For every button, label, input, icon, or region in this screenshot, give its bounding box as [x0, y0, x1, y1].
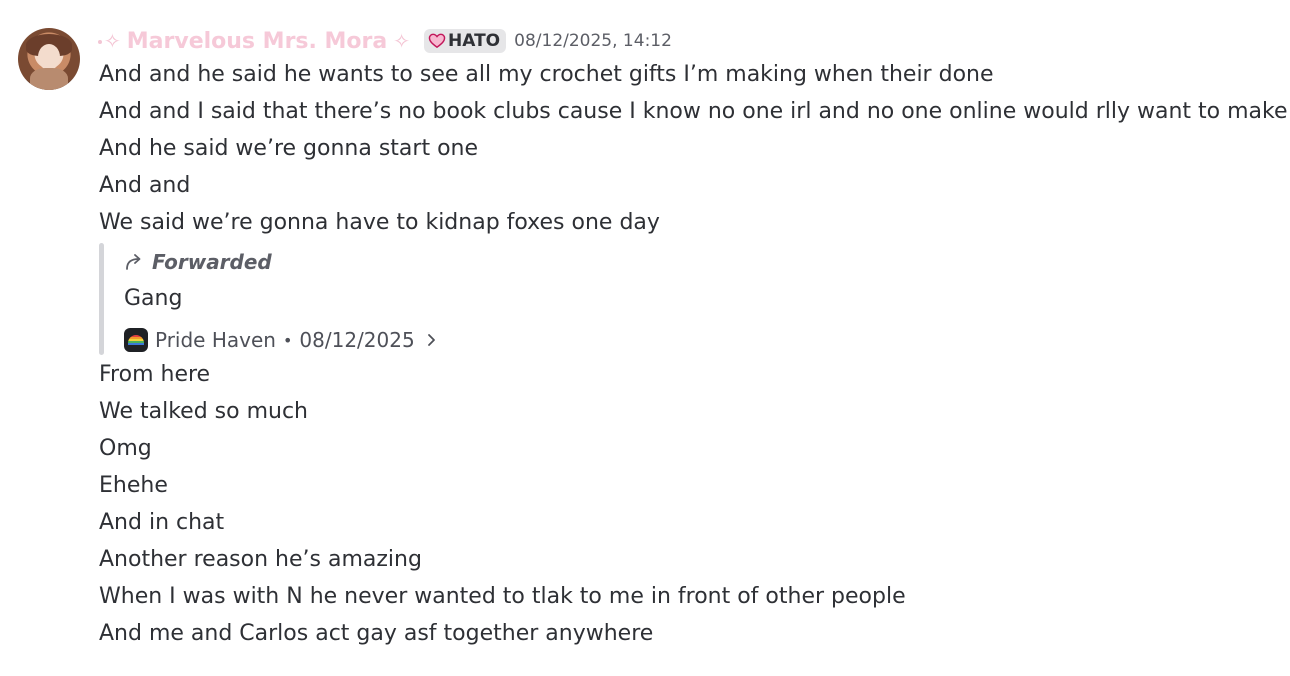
- message-line: We talked so much: [99, 399, 308, 424]
- forwarded-header: Forwarded: [124, 248, 272, 276]
- forwarded-label: Forwarded: [152, 250, 272, 274]
- message-line: From here: [99, 362, 211, 387]
- avatar-sparkle-decoration: [98, 40, 102, 44]
- source-date: 08/12/2025: [299, 328, 415, 352]
- message-line: And and I said that there’s no book club…: [99, 99, 1290, 124]
- message-timestamp[interactable]: 08/12/2025, 14:12: [514, 31, 672, 51]
- name-sparkle-left-icon: ✧: [104, 29, 121, 53]
- forwarded-quote-bar: [99, 243, 104, 355]
- name-sparkle-right-icon: ✧: [393, 29, 411, 53]
- avatar-face: [38, 44, 60, 70]
- forwarded-source-link[interactable]: Pride Haven • 08/12/2025: [124, 326, 437, 354]
- message-line: And me and Carlos act gay asf together a…: [99, 621, 654, 646]
- guild-tag-label: HATO: [448, 31, 501, 51]
- message-line: And and: [99, 173, 191, 198]
- chevron-right-icon: [427, 334, 435, 346]
- message-line: When I was with N he never wanted to tla…: [99, 584, 906, 609]
- forwarded-message-text: Gang: [124, 286, 183, 311]
- message-line: And and he said he wants to see all my c…: [99, 62, 994, 87]
- message-line: Omg: [99, 436, 152, 461]
- pink-heart-icon: [428, 33, 446, 49]
- message-line: Another reason he’s amazing: [99, 547, 422, 572]
- source-separator: •: [282, 330, 293, 350]
- author-username[interactable]: Marvelous Mrs. Mora: [127, 29, 387, 54]
- message-line: Ehehe: [99, 473, 168, 498]
- source-server-name: Pride Haven: [155, 328, 276, 352]
- message-header: ✧ Marvelous Mrs. Mora ✧ HATO 08/12/2025,…: [104, 26, 672, 56]
- message-line: And he said we’re gonna start one: [99, 136, 479, 161]
- message-line: And in chat: [99, 510, 225, 535]
- message-line: We said we’re gonna have to kidnap foxes…: [99, 210, 660, 235]
- avatar-body: [30, 68, 68, 90]
- forward-arrow-icon: [126, 254, 141, 270]
- rainbow-icon: [124, 328, 148, 352]
- user-avatar[interactable]: [18, 28, 80, 90]
- guild-tag[interactable]: HATO: [424, 29, 507, 53]
